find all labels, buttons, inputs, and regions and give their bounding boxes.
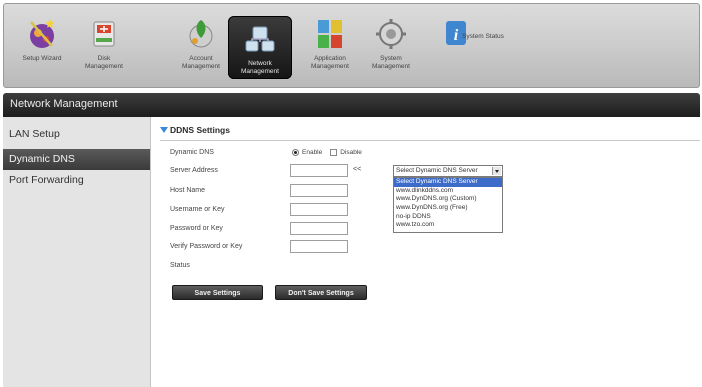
dropdown-option[interactable]: www.dlinkddns.com — [394, 187, 502, 196]
network-management-icon — [240, 19, 280, 59]
server-address-label: Server Address — [170, 167, 218, 174]
toolbar-network-management[interactable]: Network Management — [228, 16, 292, 79]
verify-password-input[interactable] — [290, 240, 348, 253]
svg-text:i: i — [454, 27, 459, 44]
disk-management-icon — [84, 14, 124, 54]
username-input[interactable] — [290, 203, 348, 216]
disable-label: Disable — [340, 149, 362, 156]
account-management-icon — [181, 14, 221, 54]
disable-checkbox[interactable] — [330, 149, 338, 156]
copy-arrows: << — [353, 166, 362, 173]
ddns-server-select[interactable]: Select Dynamic DNS Server — [393, 165, 503, 177]
ddns-server-dropdown: Select Dynamic DNS Server www.dlinkddns.… — [393, 177, 503, 233]
toolbar-label: Disk Management — [85, 55, 123, 70]
ddns-panel-title[interactable]: DDNS Settings — [160, 125, 230, 135]
password-label: Password or Key — [170, 225, 223, 232]
divider — [160, 140, 700, 141]
toolbar-label: Account Management — [182, 55, 220, 70]
username-label: Username or Key — [170, 206, 225, 213]
dropdown-option[interactable]: www.DynDNS.org (Free) — [394, 204, 502, 213]
sidebar: LAN Setup Dynamic DNS Port Forwarding — [3, 117, 151, 387]
dont-save-settings-button[interactable]: Don't Save Settings — [275, 285, 367, 300]
select-value: Select Dynamic DNS Server — [396, 167, 478, 174]
sidebar-item-port-forwarding[interactable]: Port Forwarding — [3, 170, 150, 191]
toolbar-label: Setup Wizard — [22, 55, 62, 62]
dynamic-dns-label: Dynamic DNS — [170, 149, 214, 156]
save-settings-button[interactable]: Save Settings — [172, 285, 263, 300]
ddns-title-text: DDNS Settings — [170, 125, 230, 135]
dropdown-option[interactable]: www.DynDNS.org (Custom) — [394, 195, 502, 204]
server-address-input[interactable] — [290, 164, 348, 177]
wizard-wand-icon — [22, 14, 62, 54]
dropdown-option[interactable]: www.tzo.com — [394, 221, 502, 230]
dropdown-option[interactable]: Select Dynamic DNS Server — [394, 178, 502, 187]
toolbar-system-management[interactable]: System Management — [359, 12, 423, 75]
main-panel: DDNS Settings Dynamic DNS Enable Disable… — [152, 117, 700, 387]
section-header: Network Management — [3, 93, 700, 117]
toolbar-label: Network Management — [241, 60, 279, 75]
dynamic-dns-toggle: Enable Disable — [292, 149, 362, 156]
host-name-input[interactable] — [290, 184, 348, 197]
toolbar-label: Application Management — [311, 55, 349, 70]
system-management-icon — [371, 14, 411, 54]
sidebar-item-dynamic-dns[interactable]: Dynamic DNS — [3, 149, 150, 170]
top-toolbar: Setup Wizard Disk Management Account Man… — [3, 3, 700, 88]
application-management-icon — [310, 14, 350, 54]
sidebar-item-lan-setup[interactable]: LAN Setup — [3, 124, 150, 145]
toolbar-system-status[interactable]: i System Status — [424, 12, 504, 75]
verify-password-label: Verify Password or Key — [170, 243, 243, 250]
toolbar-label: System Management — [372, 55, 410, 70]
collapse-triangle-icon — [160, 127, 168, 133]
enable-radio[interactable] — [292, 149, 299, 156]
toolbar-label: System Status — [462, 33, 504, 40]
toolbar-disk-management[interactable]: Disk Management — [72, 12, 136, 75]
toolbar-account-management[interactable]: Account Management — [169, 12, 233, 75]
status-label: Status — [170, 262, 190, 269]
enable-label: Enable — [302, 149, 323, 156]
host-name-label: Host Name — [170, 187, 206, 194]
chevron-down-icon[interactable] — [492, 167, 501, 175]
dropdown-option[interactable]: no-ip DDNS — [394, 213, 502, 222]
toolbar-setup-wizard[interactable]: Setup Wizard — [10, 12, 74, 75]
section-title: Network Management — [10, 98, 118, 110]
password-input[interactable] — [290, 222, 348, 235]
toolbar-application-management[interactable]: Application Management — [298, 12, 362, 75]
